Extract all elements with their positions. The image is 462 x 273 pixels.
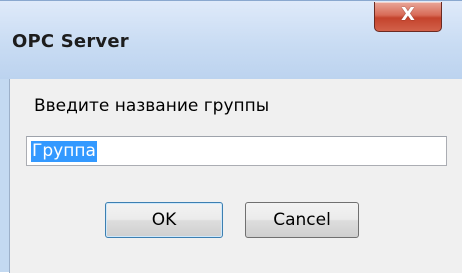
dialog-window: OPC Server X Введите название группы Гру… bbox=[0, 0, 462, 273]
title-bar[interactable]: OPC Server X bbox=[0, 1, 462, 79]
group-name-label: Введите название группы bbox=[34, 96, 270, 116]
close-icon: X bbox=[401, 4, 415, 25]
cancel-button[interactable]: Cancel bbox=[245, 202, 359, 238]
input-selected-text[interactable]: Группа bbox=[31, 141, 97, 162]
close-button[interactable]: X bbox=[374, 2, 442, 32]
dialog-body: Введите название группы Группа OK Cancel bbox=[9, 79, 462, 273]
group-name-input[interactable]: Группа bbox=[26, 136, 447, 166]
window-title: OPC Server bbox=[12, 31, 129, 52]
ok-button[interactable]: OK bbox=[105, 202, 223, 238]
